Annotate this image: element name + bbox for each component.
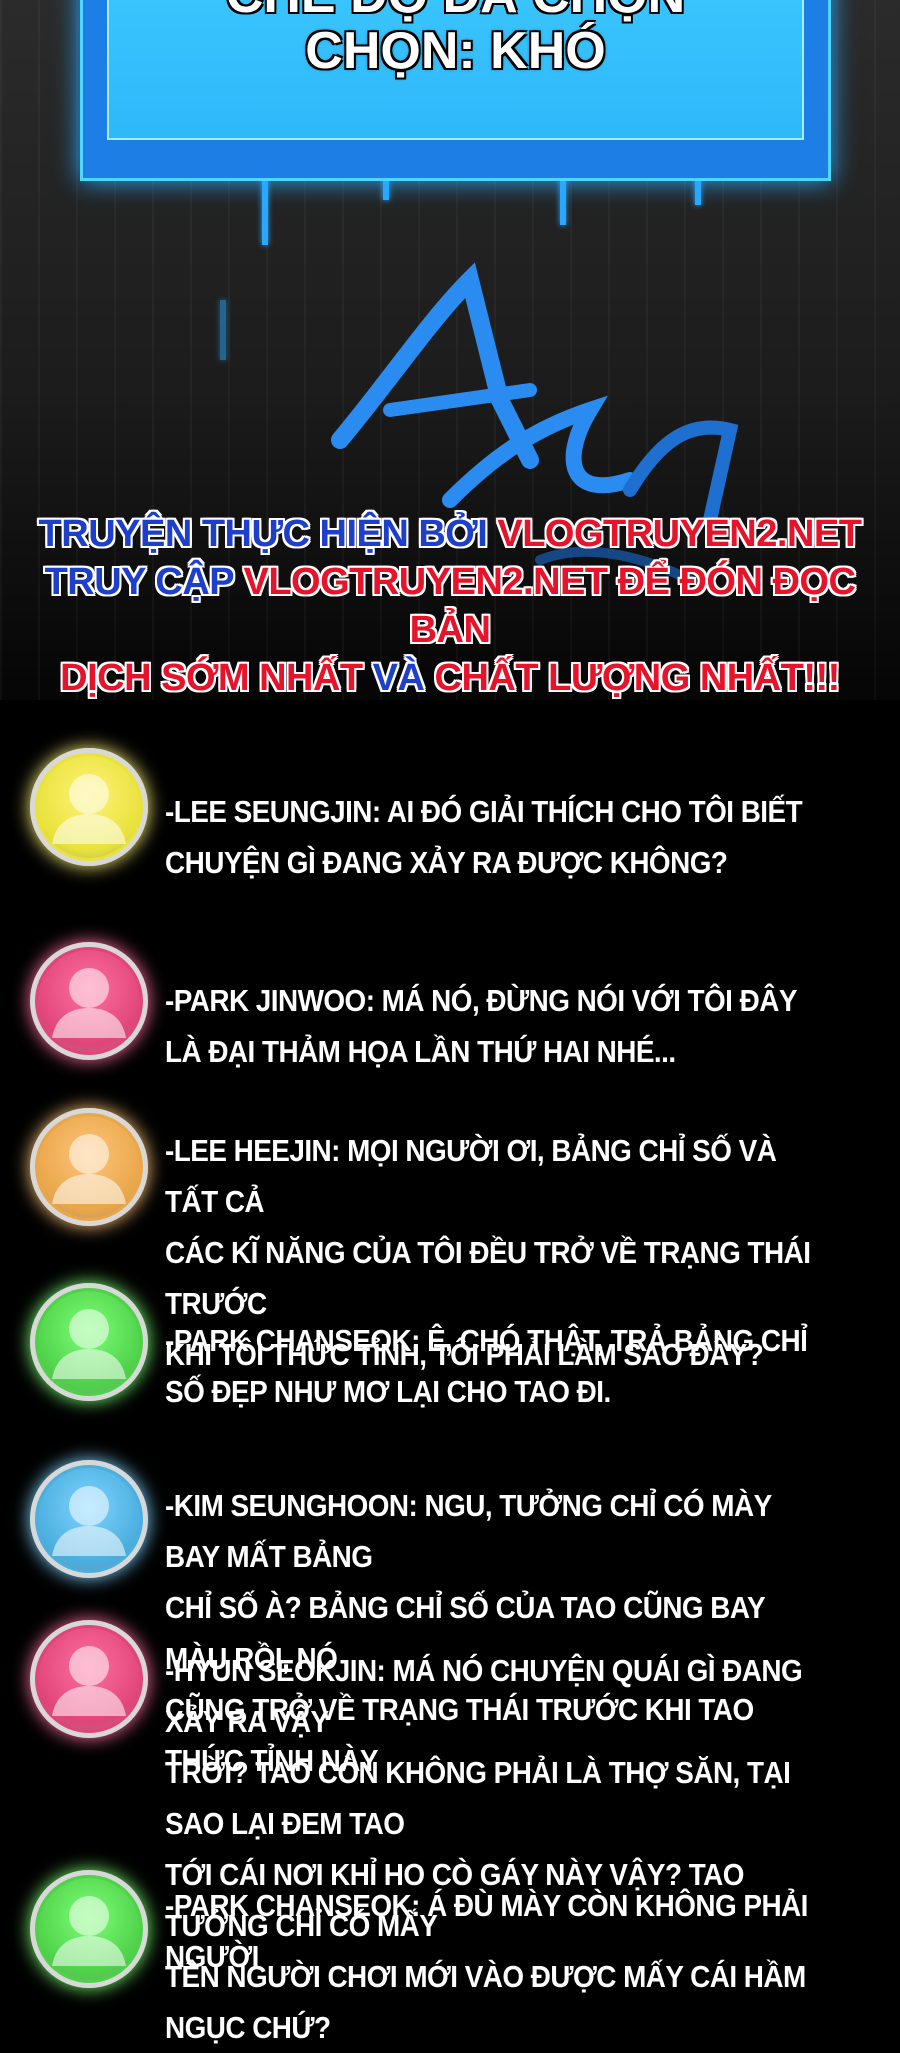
user-avatar-icon: [30, 942, 148, 1060]
credit-text: VÀ: [372, 657, 435, 699]
person-icon: [52, 1486, 126, 1556]
chat-message: -HYUN SEOKJIN: MÁ NÓ CHUYỆN QUÁI GÌ ĐANG…: [165, 1653, 806, 2045]
person-icon: [52, 1646, 126, 1716]
light-streak: [220, 300, 226, 360]
person-icon: [52, 1134, 126, 1204]
credit-site: VLOGTRUYEN2.NET ĐỂ ĐÓN ĐỌC BẢN: [243, 561, 856, 651]
credit-line-3: DỊCH SỚM NHẤT VÀ CHẤT LƯỢNG NHẤT!!!: [0, 654, 900, 702]
chat-message: -LEE SEUNGJIN: AI ĐÓ GIẢI THÍCH CHO TÔI …: [165, 794, 803, 880]
translator-credit: TRUYỆN THỰC HIỆN BỞI VLOGTRUYEN2.NET TRU…: [0, 510, 900, 702]
credit-text: CHẤT LƯỢNG NHẤT!!!: [434, 657, 841, 699]
credit-line-1: TRUYỆN THỰC HIỆN BỞI VLOGTRUYEN2.NET: [0, 510, 900, 558]
credit-text: DỊCH SỚM NHẤT: [60, 657, 373, 699]
light-streak: [560, 175, 566, 225]
chat-message: -PARK JINWOO: MÁ NÓ, ĐỪNG NÓI VỚI TÔI ĐÂ…: [165, 983, 797, 1069]
user-avatar-icon: [30, 748, 148, 866]
system-window-inner: CHẾ ĐỘ ĐÃ CHỌN CHỌN: KHÓ: [107, 0, 804, 140]
user-avatar-icon: [30, 1870, 148, 1988]
person-icon: [52, 1309, 126, 1379]
credit-line-2: TRUY CẬP VLOGTRUYEN2.NET ĐỂ ĐÓN ĐỌC BẢN: [0, 558, 900, 654]
user-avatar-icon: [30, 1108, 148, 1226]
user-avatar-icon: [30, 1620, 148, 1738]
credit-text: TRUY CẬP: [44, 561, 244, 603]
system-title: CHỌN: KHÓ: [305, 22, 606, 80]
credit-text: TRUYỆN THỰC HIỆN BỞI: [38, 513, 498, 555]
person-icon: [52, 968, 126, 1038]
credit-site: VLOGTRUYEN2.NET: [497, 513, 862, 555]
chat-message: -PARK CHANSEOK: Á ĐÙ MÀY CÒN KHÔNG PHẢI …: [165, 1888, 808, 1974]
person-icon: [52, 1896, 126, 1966]
system-window: CHẾ ĐỘ ĐÃ CHỌN CHỌN: KHÓ: [80, 0, 831, 181]
chat-message: -PARK CHANSEOK: Ê, CHÓ THẬT, TRẢ BẢNG CH…: [165, 1323, 808, 1409]
person-icon: [52, 774, 126, 844]
user-avatar-icon: [30, 1283, 148, 1401]
user-avatar-icon: [30, 1460, 148, 1578]
light-streak: [262, 175, 268, 245]
